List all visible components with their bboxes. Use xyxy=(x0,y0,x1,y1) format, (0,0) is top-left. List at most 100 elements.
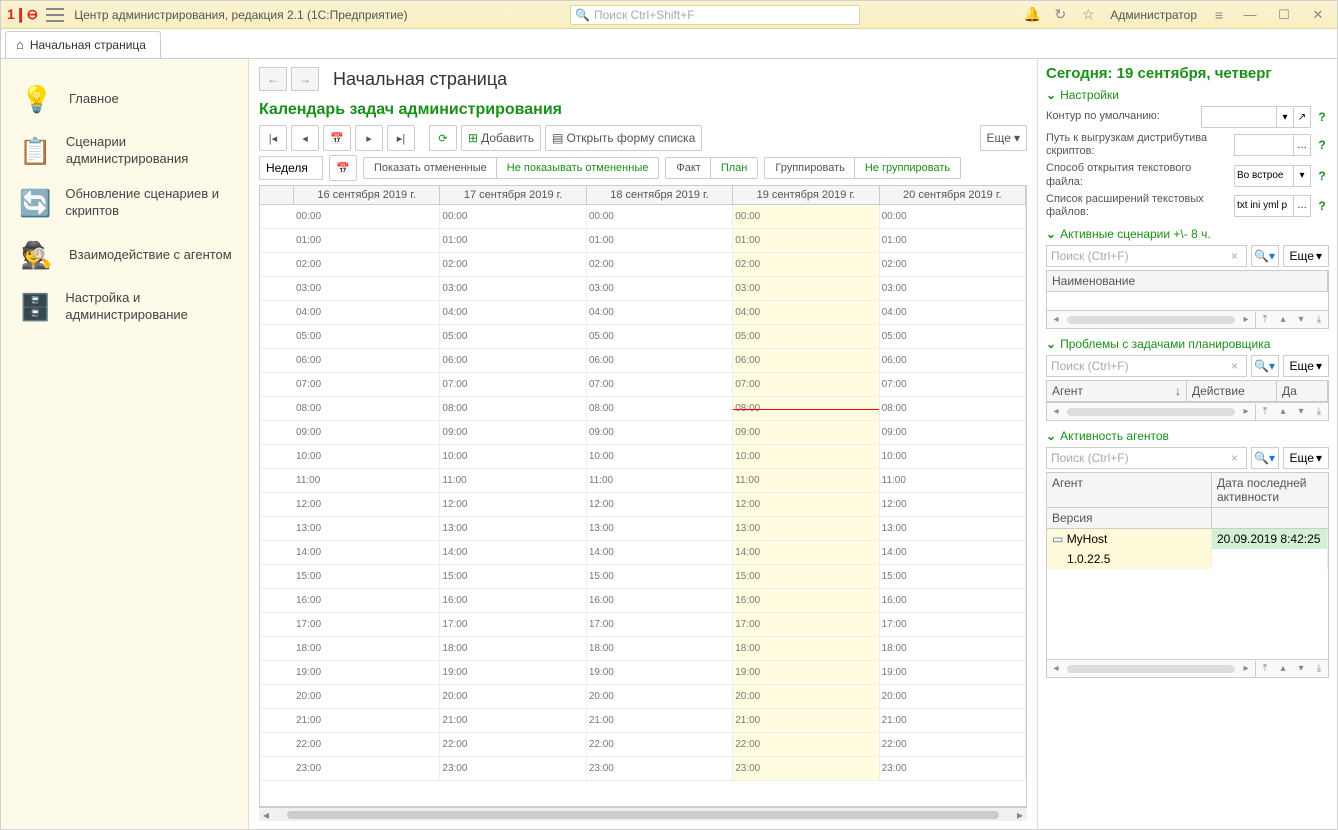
scenarios-section-header[interactable]: Активные сценарии +\- 8 ч. xyxy=(1046,227,1329,241)
cal-day-column[interactable]: 00:0001:0002:0003:0004:0005:0006:0007:00… xyxy=(294,205,440,781)
cal-hour-cell[interactable]: 23:00 xyxy=(440,757,585,781)
scroll-left-icon[interactable]: ◂ xyxy=(1047,312,1065,328)
cal-hour-cell[interactable]: 22:00 xyxy=(294,733,439,757)
nav-up-icon[interactable]: ▴ xyxy=(1274,661,1292,677)
search-button[interactable]: 🔍▾ xyxy=(1251,245,1279,267)
cal-hour-cell[interactable]: 06:00 xyxy=(880,349,1025,373)
cal-hour-cell[interactable]: 00:00 xyxy=(880,205,1025,229)
global-search-input[interactable]: 🔍 Поиск Ctrl+Shift+F xyxy=(570,5,860,25)
cal-hour-cell[interactable]: 16:00 xyxy=(440,589,585,613)
cal-hour-cell[interactable]: 14:00 xyxy=(294,541,439,565)
settings-section-header[interactable]: Настройки xyxy=(1046,88,1329,102)
cal-hour-cell[interactable]: 09:00 xyxy=(440,421,585,445)
nav-first-icon[interactable]: ⤒ xyxy=(1256,404,1274,420)
ellipsis-icon[interactable]: … xyxy=(1293,134,1311,156)
cal-hour-cell[interactable]: 07:00 xyxy=(587,373,732,397)
cal-hour-cell[interactable]: 10:00 xyxy=(587,445,732,469)
cal-hour-cell[interactable]: 02:00 xyxy=(440,253,585,277)
cal-hour-cell[interactable]: 05:00 xyxy=(880,325,1025,349)
cal-hour-cell[interactable]: 17:00 xyxy=(733,613,878,637)
cal-hour-cell[interactable]: 22:00 xyxy=(733,733,878,757)
minimize-button[interactable]: — xyxy=(1237,5,1263,25)
cal-hour-cell[interactable]: 13:00 xyxy=(294,517,439,541)
cal-hour-cell[interactable]: 21:00 xyxy=(880,709,1025,733)
cal-hour-cell[interactable]: 07:00 xyxy=(440,373,585,397)
cal-hour-cell[interactable]: 21:00 xyxy=(440,709,585,733)
nav-last-icon[interactable]: ⤓ xyxy=(1310,661,1328,677)
cal-next-button[interactable]: ▸ xyxy=(355,125,383,151)
nav-first-icon[interactable]: ⤒ xyxy=(1256,312,1274,328)
agents-table[interactable]: Агент Дата последней активности Версия ▭… xyxy=(1046,472,1329,678)
nav-down-icon[interactable]: ▾ xyxy=(1292,404,1310,420)
problems-search[interactable]: Поиск (Ctrl+F) × xyxy=(1046,355,1247,377)
nav-down-icon[interactable]: ▾ xyxy=(1292,661,1310,677)
cal-hour-cell[interactable]: 09:00 xyxy=(294,421,439,445)
cal-hour-cell[interactable]: 17:00 xyxy=(440,613,585,637)
cal-hour-cell[interactable]: 22:00 xyxy=(587,733,732,757)
cal-hour-cell[interactable]: 12:00 xyxy=(733,493,878,517)
cal-hour-cell[interactable]: 01:00 xyxy=(733,229,878,253)
calendar-grid[interactable]: 16 сентября 2019 г. 17 сентября 2019 г. … xyxy=(259,185,1027,807)
cal-hour-cell[interactable]: 19:00 xyxy=(733,661,878,685)
cal-hour-cell[interactable]: 00:00 xyxy=(733,205,878,229)
cal-hour-cell[interactable]: 00:00 xyxy=(294,205,439,229)
cal-hour-cell[interactable]: 17:00 xyxy=(587,613,732,637)
cal-hour-cell[interactable]: 21:00 xyxy=(733,709,878,733)
cal-hour-cell[interactable]: 12:00 xyxy=(294,493,439,517)
scroll-right-icon[interactable]: ▸ xyxy=(1237,404,1255,420)
cal-hour-cell[interactable]: 11:00 xyxy=(733,469,878,493)
scenarios-search[interactable]: Поиск (Ctrl+F) × xyxy=(1046,245,1247,267)
cal-hour-cell[interactable]: 06:00 xyxy=(294,349,439,373)
cal-hour-cell[interactable]: 17:00 xyxy=(294,613,439,637)
cal-hour-cell[interactable]: 07:00 xyxy=(733,373,878,397)
cal-hour-cell[interactable]: 06:00 xyxy=(440,349,585,373)
nav-back-button[interactable]: ← xyxy=(259,67,287,91)
cal-hour-cell[interactable]: 15:00 xyxy=(440,565,585,589)
cal-today-button[interactable]: 📅 xyxy=(323,125,351,151)
menu-lines-icon[interactable]: ≡ xyxy=(1209,5,1229,25)
cal-day-column[interactable]: 00:0001:0002:0003:0004:0005:0006:0007:00… xyxy=(880,205,1026,781)
cal-prev-button[interactable]: ◂ xyxy=(291,125,319,151)
cal-hour-cell[interactable]: 05:00 xyxy=(294,325,439,349)
cal-hour-cell[interactable]: 08:00 xyxy=(294,397,439,421)
cal-hour-cell[interactable]: 15:00 xyxy=(880,565,1025,589)
cal-hour-cell[interactable]: 18:00 xyxy=(294,637,439,661)
cal-hour-cell[interactable]: 03:00 xyxy=(733,277,878,301)
cal-hour-cell[interactable]: 18:00 xyxy=(880,637,1025,661)
nav-last-icon[interactable]: ⤓ xyxy=(1310,312,1328,328)
clear-icon[interactable]: × xyxy=(1228,359,1242,373)
cal-hour-cell[interactable]: 23:00 xyxy=(587,757,732,781)
cal-first-button[interactable]: |◂ xyxy=(259,125,287,151)
history-icon[interactable]: ↻ xyxy=(1050,5,1070,25)
cal-hour-cell[interactable]: 23:00 xyxy=(294,757,439,781)
show-cancelled-button[interactable]: Показать отмененные xyxy=(364,158,497,178)
cal-hour-cell[interactable]: 09:00 xyxy=(733,421,878,445)
cal-hour-cell[interactable]: 20:00 xyxy=(587,685,732,709)
cal-hour-cell[interactable]: 01:00 xyxy=(440,229,585,253)
scroll-left-icon[interactable]: ◂ xyxy=(1047,661,1065,677)
contour-input[interactable] xyxy=(1201,106,1277,128)
sidebar-item-main[interactable]: 💡 Главное xyxy=(1,73,248,125)
agents-section-header[interactable]: Активность агентов xyxy=(1046,429,1329,443)
cal-hour-cell[interactable]: 12:00 xyxy=(587,493,732,517)
search-button[interactable]: 🔍▾ xyxy=(1251,355,1279,377)
plan-button[interactable]: План xyxy=(710,157,759,179)
cal-refresh-button[interactable]: ⟳ xyxy=(429,125,457,151)
more-button[interactable]: Еще ▾ xyxy=(980,125,1027,151)
cal-hour-cell[interactable]: 20:00 xyxy=(733,685,878,709)
cal-day-column[interactable]: 00:0001:0002:0003:0004:0005:0006:0007:00… xyxy=(587,205,733,781)
cal-hour-cell[interactable]: 20:00 xyxy=(294,685,439,709)
editor-input[interactable] xyxy=(1234,165,1294,187)
period-select[interactable]: Неделя xyxy=(259,156,323,180)
sidebar-item-scenarios[interactable]: 📋 Сценарии администрирования xyxy=(1,125,248,177)
cal-hour-cell[interactable]: 15:00 xyxy=(587,565,732,589)
cal-hour-cell[interactable]: 16:00 xyxy=(733,589,878,613)
distrib-input[interactable] xyxy=(1234,134,1294,156)
clear-icon[interactable]: × xyxy=(1228,451,1242,465)
more-button[interactable]: Еще▾ xyxy=(1283,245,1329,267)
problems-section-header[interactable]: Проблемы с задачами планировщика xyxy=(1046,337,1329,351)
hamburger-icon[interactable] xyxy=(46,8,64,22)
cal-hour-cell[interactable]: 08:00 xyxy=(440,397,585,421)
ext-input[interactable] xyxy=(1234,195,1294,217)
cal-hour-cell[interactable]: 04:00 xyxy=(733,301,878,325)
